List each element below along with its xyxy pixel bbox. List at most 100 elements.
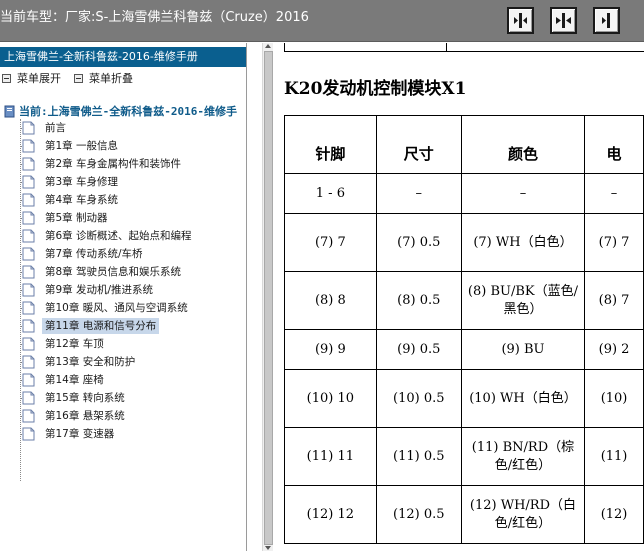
table-row: (9) 9 (9) 0.5 (9) BU (9) 2 [284, 329, 644, 370]
tree-item-chapter-12[interactable]: 第12章 车顶 [8, 335, 246, 353]
document-icon [22, 319, 35, 333]
tree-item-label: 第17章 变速器 [45, 428, 115, 440]
table-row: (10) 10 (10) 0.5 (10) WH（白色） (10) [284, 369, 644, 428]
header-size: 尺寸 [375, 115, 462, 174]
cell-size: (7) 0.5 [375, 213, 462, 272]
navigation-pane: 上海雪佛兰-全新科鲁兹-2016-维修手册 菜单展开 菜单折叠 当前:上海雪佛兰… [0, 43, 247, 551]
scrollbar-thumb[interactable] [264, 51, 273, 545]
document-icon [22, 193, 35, 207]
content-scrollbar[interactable] [262, 43, 273, 551]
cell-color: (11) BN/RD（棕色/红色） [460, 427, 586, 486]
tree-item-chapter-9[interactable]: 第9章 发动机/推进系统 [8, 281, 246, 299]
tree-item-preface[interactable]: 前言 [8, 119, 246, 137]
tree-item-label: 前言 [45, 122, 66, 134]
book-icon [4, 105, 15, 117]
tree-item-chapter-1[interactable]: 第1章 一般信息 [8, 137, 246, 155]
tree-item-label: 第11章 电源和信号分布 [42, 318, 160, 334]
tree-item-label: 第12章 车顶 [45, 338, 104, 350]
document-icon [22, 175, 35, 189]
document-icon [22, 373, 35, 387]
tree-item-chapter-11[interactable]: 第11章 电源和信号分布 [8, 317, 246, 335]
cell-pin: (7) 7 [284, 213, 377, 272]
document-icon [22, 121, 35, 135]
document-icon [22, 391, 35, 405]
cell-color: (10) WH（白色） [460, 369, 586, 428]
expand-menu-link[interactable]: 菜单展开 [2, 70, 61, 86]
collapse-menu-link[interactable]: 菜单折叠 [74, 70, 133, 86]
table-row: (12) 12 (12) 0.5 (12) WH/RD（白色/红色） (12) [284, 485, 644, 544]
cell-size: (10) 0.5 [375, 369, 462, 428]
nav-next-button[interactable] [593, 7, 620, 34]
tree-item-label: 第16章 悬架系统 [45, 410, 125, 422]
cell-pin: (12) 12 [284, 485, 377, 544]
tree-item-label: 第2章 车身金属构件和装饰件 [45, 158, 182, 170]
table-header-row: 针脚 尺寸 颜色 电 [284, 115, 644, 174]
document-icon [22, 355, 35, 369]
cell-pin: 1 - 6 [284, 173, 377, 214]
tree-item-chapter-17[interactable]: 第17章 变速器 [8, 425, 246, 443]
document-icon [22, 157, 35, 171]
tree-root-label: 当前:上海雪佛兰-全新科鲁兹-2016-维修手 [19, 105, 237, 118]
tree-item-label: 第14章 座椅 [45, 374, 104, 386]
cell-pin: (8) 8 [284, 271, 377, 330]
tree-item-label: 第7章 传动系统/车桥 [45, 248, 143, 260]
tree-item-chapter-5[interactable]: 第5章 制动器 [8, 209, 246, 227]
cell-color: (9) BU [460, 329, 586, 370]
header-circuit: 电 [584, 115, 644, 174]
cell-size: (11) 0.5 [375, 427, 462, 486]
tree-item-label: 第10章 暖风、通风与空调系统 [45, 302, 188, 314]
scroll-down-icon[interactable] [265, 546, 271, 550]
tree-item-chapter-7[interactable]: 第7章 传动系统/车桥 [8, 245, 246, 263]
cell-color: – [460, 173, 586, 214]
tree-item-chapter-15[interactable]: 第15章 转向系统 [8, 389, 246, 407]
document-icon [22, 409, 35, 423]
expand-menu-label: 菜单展开 [17, 72, 61, 85]
tree-item-chapter-14[interactable]: 第14章 座椅 [8, 371, 246, 389]
tree-item-label: 第15章 转向系统 [45, 392, 125, 404]
cell-circuit: (12) [584, 485, 644, 544]
arrows-inward-icon [556, 13, 571, 28]
current-model-title: 当前车型：厂家:S-上海雪佛兰科鲁兹（Cruze）2016 [0, 10, 309, 25]
nav-toggle-button[interactable] [550, 7, 577, 34]
pane-splitter[interactable] [248, 43, 262, 551]
arrow-left-right-icon [514, 13, 527, 28]
cell-color: (7) WH（白色） [460, 213, 586, 272]
table-row: (11) 11 (11) 0.5 (11) BN/RD（棕色/红色） (11) [284, 427, 644, 486]
pin-table: 针脚 尺寸 颜色 电 1 - 6 – – – (7) 7 (7) 0.5 (7)… [284, 115, 644, 544]
tree-item-chapter-8[interactable]: 第8章 驾驶员信息和娱乐系统 [8, 263, 246, 281]
document-icon [22, 211, 35, 225]
cell-size: (9) 0.5 [375, 329, 462, 370]
arrow-right-icon [602, 13, 610, 28]
tree-item-chapter-2[interactable]: 第2章 车身金属构件和装饰件 [8, 155, 246, 173]
tree-root[interactable]: 当前:上海雪佛兰-全新科鲁兹-2016-维修手 [4, 103, 237, 119]
tree-item-chapter-16[interactable]: 第16章 悬架系统 [8, 407, 246, 425]
tree-item-label: 第4章 车身系统 [45, 194, 119, 206]
cell-color: (8) BU/BK（蓝色/黑色） [460, 271, 586, 330]
tree-item-chapter-3[interactable]: 第3章 车身修理 [8, 173, 246, 191]
tree-item-label: 第13章 安全和防护 [45, 356, 136, 368]
cell-size: – [375, 173, 462, 214]
tree-item-label: 第3章 车身修理 [45, 176, 119, 188]
previous-table-edge [284, 43, 644, 52]
tree-item-chapter-10[interactable]: 第10章 暖风、通风与空调系统 [8, 299, 246, 317]
collapse-menu-label: 菜单折叠 [89, 72, 133, 85]
title-bar: 当前车型：厂家:S-上海雪佛兰科鲁兹（Cruze）2016 [0, 0, 644, 42]
document-content: K20发动机控制模块X1 针脚 尺寸 颜色 电 1 - 6 – – – (7) … [274, 43, 644, 551]
tree-item-chapter-13[interactable]: 第13章 安全和防护 [8, 353, 246, 371]
tree-item-label: 第5章 制动器 [45, 212, 108, 224]
document-icon [22, 265, 35, 279]
document-icon [22, 139, 35, 153]
expand-icon [2, 73, 11, 83]
document-icon [22, 427, 35, 441]
document-icon [22, 229, 35, 243]
cell-circuit: (10) [584, 369, 644, 428]
cell-pin: (10) 10 [284, 369, 377, 428]
nav-prev-button[interactable] [507, 7, 534, 34]
tree-item-chapter-4[interactable]: 第4章 车身系统 [8, 191, 246, 209]
cell-pin: (11) 11 [284, 427, 377, 486]
scroll-up-icon[interactable] [265, 44, 271, 48]
cell-circuit: (9) 2 [584, 329, 644, 370]
tree-item-chapter-6[interactable]: 第6章 诊断概述、起始点和编程 [8, 227, 246, 245]
header-color: 颜色 [460, 115, 586, 174]
manual-title[interactable]: 上海雪佛兰-全新科鲁兹-2016-维修手册 [0, 47, 246, 67]
